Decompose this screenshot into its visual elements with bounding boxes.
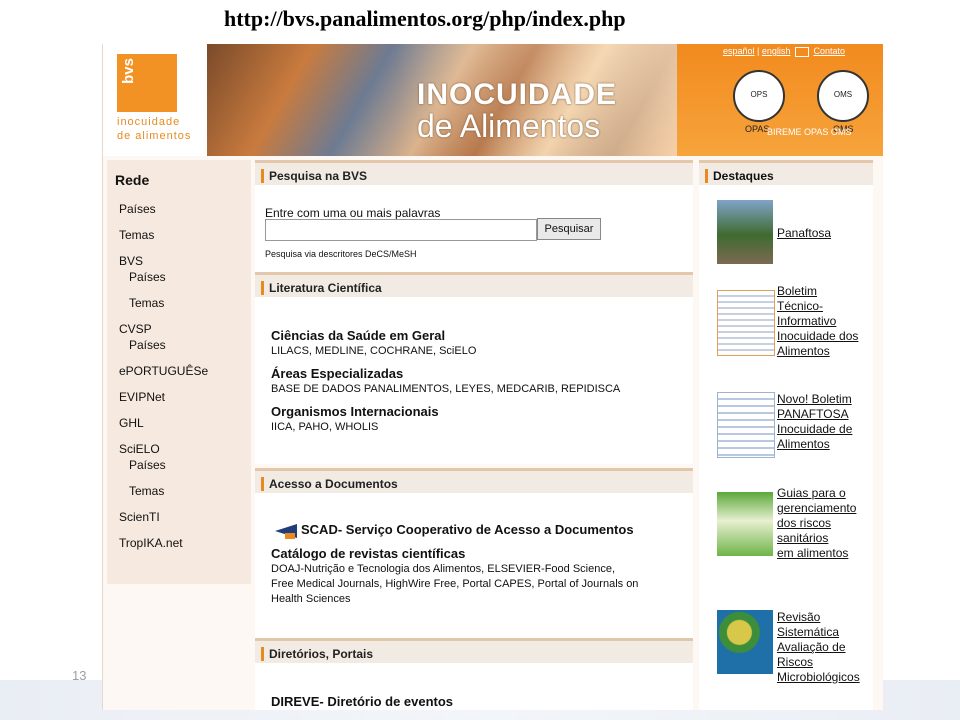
- banner-title-line2: de Alimentos: [417, 108, 601, 144]
- nav-item-evipnet[interactable]: EVIPNet: [119, 390, 165, 404]
- nav-item-scielo[interactable]: SciELO: [119, 442, 160, 456]
- nav-item-cvsp-paises[interactable]: Países: [129, 338, 166, 352]
- mail-icon: [794, 46, 809, 57]
- literatura-section: Literatura Científica Ciências da Saúde …: [255, 272, 693, 464]
- slide-url-title: http://bvs.panalimentos.org/php/index.ph…: [224, 6, 626, 31]
- nav-item-ghl[interactable]: GHL: [119, 416, 144, 430]
- direve-link[interactable]: DIREVE- Diretório de eventos: [271, 694, 453, 709]
- lang-espanol-link[interactable]: español: [723, 46, 755, 56]
- nav-item-cvsp[interactable]: CVSP: [119, 322, 152, 336]
- boletim-tecnico-thumbnail[interactable]: [717, 290, 775, 356]
- catalogo-line2: Free Medical Journals, HighWire Free, Po…: [271, 578, 639, 590]
- diretorios-section-title: Diretórios, Portais: [269, 647, 374, 661]
- destaque-link-novo-boletim[interactable]: Novo! Boletim PANAFTOSA Inocuidade de Al…: [777, 392, 852, 452]
- scad-icon: [275, 524, 297, 539]
- oms-seal-icon: OMS: [817, 70, 869, 122]
- destaque-link-panaftosa[interactable]: Panaftosa: [777, 226, 831, 241]
- language-bar: español | english Contato: [723, 46, 845, 57]
- contact-link[interactable]: Contato: [813, 46, 845, 56]
- bireme-label: BIREME OPAS OMS: [767, 127, 852, 137]
- nav-item-eportuguese[interactable]: ePORTUGUÊSe: [119, 364, 208, 378]
- search-section-title: Pesquisa na BVS: [269, 169, 368, 183]
- destaque-link-boletim-tecnico[interactable]: Boletim Técnico- Informativo Inocuidade …: [777, 284, 858, 359]
- search-button[interactable]: Pesquisar: [537, 218, 601, 240]
- lit-desc-ciencias: LILACS, MEDLINE, COCHRANE, SciELO: [271, 345, 477, 357]
- search-section: Pesquisa na BVS Entre com uma ou mais pa…: [255, 160, 693, 272]
- lit-title-areas[interactable]: Áreas Especializadas: [271, 366, 403, 381]
- acesso-section-title: Acesso a Documentos: [269, 477, 398, 491]
- acesso-section-header: Acesso a Documentos: [255, 468, 693, 493]
- destaque-link-guias[interactable]: Guias para o gerenciamento dos riscos sa…: [777, 486, 856, 561]
- website-screenshot: bvs inocuidade de alimentos INOCUIDADE d…: [102, 44, 883, 710]
- diretorios-section: Diretórios, Portais DIREVE- Diretório de…: [255, 638, 693, 710]
- nav-item-paises[interactable]: Países: [119, 202, 156, 216]
- panaftosa-thumbnail[interactable]: [717, 200, 773, 264]
- logo-line1: inocuidade: [117, 116, 181, 128]
- lit-title-organismos[interactable]: Organismos Internacionais: [271, 404, 439, 419]
- destaques-title: Destaques: [713, 169, 774, 183]
- nav-item-bvs[interactable]: BVS: [119, 254, 143, 268]
- search-input[interactable]: [265, 219, 537, 241]
- catalogo-line3: Health Sciences: [271, 593, 351, 605]
- lit-title-ciencias[interactable]: Ciências da Saúde em Geral: [271, 328, 445, 343]
- search-section-header: Pesquisa na BVS: [255, 160, 693, 185]
- destaque-link-revisao[interactable]: Revisão Sistemática Avaliação de Riscos …: [777, 610, 860, 685]
- search-label: Entre com uma ou mais palavras: [265, 206, 441, 220]
- lit-desc-organismos: IICA, PAHO, WHOLIS: [271, 421, 379, 433]
- left-navigation: Rede Países Temas BVS Países Temas CVSP …: [107, 160, 251, 584]
- bvs-logo-text: bvs: [120, 58, 137, 84]
- literatura-section-title: Literatura Científica: [269, 281, 382, 295]
- lang-separator: |: [757, 46, 760, 56]
- opas-label: OPAS: [745, 124, 770, 134]
- nav-header: Rede: [115, 172, 150, 188]
- revisao-thumbnail[interactable]: [717, 610, 773, 674]
- lit-desc-areas: BASE DE DADOS PANALIMENTOS, LEYES, MEDCA…: [271, 383, 621, 395]
- banner-title-line1: INOCUIDADE: [417, 78, 618, 111]
- opas-seal-icon: OPS: [733, 70, 785, 122]
- nav-item-bvs-temas[interactable]: Temas: [129, 296, 164, 310]
- logo-line2: de alimentos: [117, 130, 192, 142]
- search-note-link[interactable]: Pesquisa via descritores DeCS/MeSH: [265, 249, 417, 259]
- catalogo-title[interactable]: Catálogo de revistas científicas: [271, 546, 465, 561]
- nav-item-tropika[interactable]: TropIKA.net: [119, 536, 183, 550]
- acesso-section: Acesso a Documentos SCAD- Serviço Cooper…: [255, 468, 693, 638]
- guias-thumbnail[interactable]: [717, 492, 773, 556]
- slide-page-number: 13: [72, 668, 87, 683]
- bvs-logo[interactable]: bvs inocuidade de alimentos: [103, 44, 207, 156]
- novo-boletim-thumbnail[interactable]: [717, 392, 775, 458]
- nav-item-temas[interactable]: Temas: [119, 228, 154, 242]
- nav-item-scielo-paises[interactable]: Países: [129, 458, 166, 472]
- nav-item-scienti[interactable]: ScienTI: [119, 510, 160, 524]
- site-banner: bvs inocuidade de alimentos INOCUIDADE d…: [103, 44, 883, 156]
- literatura-section-header: Literatura Científica: [255, 272, 693, 297]
- lang-english-link[interactable]: english: [762, 46, 791, 56]
- catalogo-line1: DOAJ-Nutrição e Tecnologia dos Alimentos…: [271, 563, 616, 575]
- scad-link[interactable]: SCAD- Serviço Cooperativo de Acesso a Do…: [301, 522, 634, 537]
- nav-item-scielo-temas[interactable]: Temas: [129, 484, 164, 498]
- destaques-column: Destaques Panaftosa Boletim Técnico- Inf…: [699, 160, 873, 710]
- nav-item-bvs-paises[interactable]: Países: [129, 270, 166, 284]
- diretorios-section-header: Diretórios, Portais: [255, 638, 693, 663]
- destaques-header: Destaques: [699, 160, 873, 185]
